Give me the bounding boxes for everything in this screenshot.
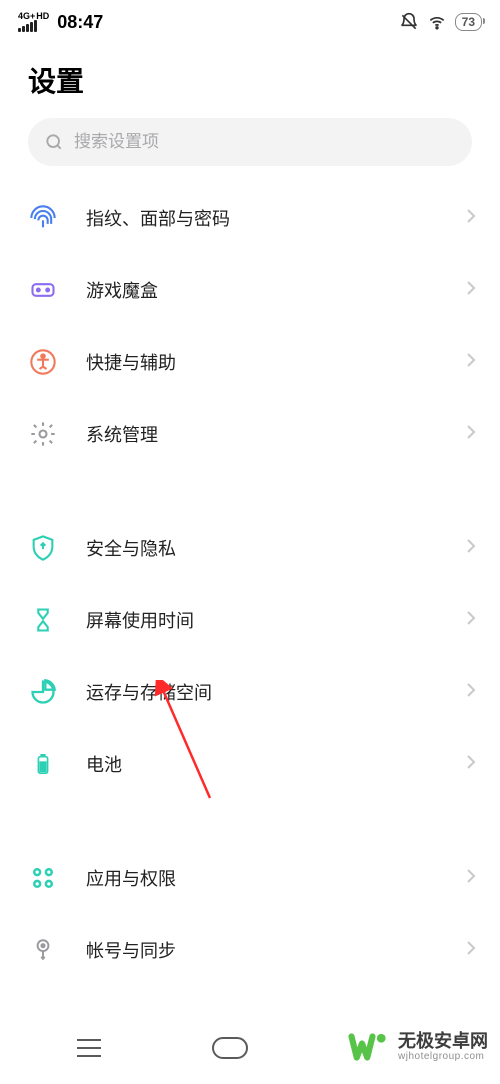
key-icon bbox=[28, 935, 58, 965]
hd-label: HD bbox=[36, 12, 49, 20]
pie-icon bbox=[28, 677, 58, 707]
wifi-icon bbox=[427, 12, 447, 32]
settings-row-screentime[interactable]: 屏幕使用时间 bbox=[0, 584, 500, 656]
status-left: 4G+ HD 08:47 bbox=[18, 12, 103, 33]
status-bar: 4G+ HD 08:47 73 bbox=[0, 0, 500, 36]
search-input[interactable] bbox=[74, 132, 456, 152]
chevron-right-icon bbox=[466, 424, 476, 445]
watermark-title: 无极安卓网 bbox=[398, 1032, 488, 1052]
nav-menu-button[interactable] bbox=[75, 1037, 103, 1059]
chevron-right-icon bbox=[466, 940, 476, 961]
network-type: 4G+ bbox=[18, 12, 35, 20]
settings-row-label: 帐号与同步 bbox=[86, 937, 466, 963]
settings-row-gamebox[interactable]: 游戏魔盒 bbox=[0, 254, 500, 326]
search-icon bbox=[44, 132, 64, 152]
settings-row-battery[interactable]: 电池 bbox=[0, 728, 500, 800]
clock: 08:47 bbox=[57, 12, 103, 33]
settings-row-label: 指纹、面部与密码 bbox=[86, 205, 466, 231]
chevron-right-icon bbox=[466, 538, 476, 559]
chevron-right-icon bbox=[466, 682, 476, 703]
settings-row-apps[interactable]: 应用与权限 bbox=[0, 842, 500, 914]
settings-row-label: 屏幕使用时间 bbox=[86, 607, 466, 633]
settings-row-shortcut[interactable]: 快捷与辅助 bbox=[0, 326, 500, 398]
fingerprint-icon bbox=[28, 203, 58, 233]
settings-row-label: 游戏魔盒 bbox=[86, 277, 466, 303]
settings-row-label: 安全与隐私 bbox=[86, 535, 466, 561]
signal-indicator: 4G+ HD bbox=[18, 12, 49, 32]
settings-row-label: 应用与权限 bbox=[86, 865, 466, 891]
settings-row-storage[interactable]: 运存与存储空间 bbox=[0, 656, 500, 728]
settings-row-account[interactable]: 帐号与同步 bbox=[0, 914, 500, 986]
chevron-right-icon bbox=[466, 208, 476, 229]
watermark-logo-icon bbox=[348, 1026, 390, 1068]
chevron-right-icon bbox=[466, 610, 476, 631]
settings-row-label: 系统管理 bbox=[86, 421, 466, 447]
watermark: 无极安卓网 wjhotelgroup.com bbox=[348, 1026, 488, 1068]
chevron-right-icon bbox=[466, 868, 476, 889]
battery-icon bbox=[28, 749, 58, 779]
shield-icon bbox=[28, 533, 58, 563]
chevron-right-icon bbox=[466, 280, 476, 301]
nav-home-button[interactable] bbox=[212, 1037, 248, 1059]
mute-icon bbox=[399, 12, 419, 32]
battery-indicator: 73 bbox=[455, 13, 482, 31]
settings-row-fingerprint[interactable]: 指纹、面部与密码 bbox=[0, 182, 500, 254]
hourglass-icon bbox=[28, 605, 58, 635]
signal-bars-icon bbox=[18, 20, 37, 32]
gear-icon bbox=[28, 419, 58, 449]
watermark-url: wjhotelgroup.com bbox=[398, 1051, 488, 1062]
settings-row-system[interactable]: 系统管理 bbox=[0, 398, 500, 470]
group-divider bbox=[0, 800, 500, 842]
settings-list: 指纹、面部与密码游戏魔盒快捷与辅助系统管理安全与隐私屏幕使用时间运存与存储空间电… bbox=[0, 178, 500, 990]
settings-row-label: 快捷与辅助 bbox=[86, 349, 466, 375]
chevron-right-icon bbox=[466, 352, 476, 373]
gamebox-icon bbox=[28, 275, 58, 305]
chevron-right-icon bbox=[466, 754, 476, 775]
search-bar[interactable] bbox=[28, 118, 472, 166]
page-title: 设置 bbox=[0, 36, 500, 118]
settings-row-label: 运存与存储空间 bbox=[86, 679, 466, 705]
accessibility-icon bbox=[28, 347, 58, 377]
group-divider bbox=[0, 470, 500, 512]
settings-row-label: 电池 bbox=[86, 751, 466, 777]
settings-row-security[interactable]: 安全与隐私 bbox=[0, 512, 500, 584]
grid-icon bbox=[28, 863, 58, 893]
status-right: 73 bbox=[399, 12, 482, 32]
